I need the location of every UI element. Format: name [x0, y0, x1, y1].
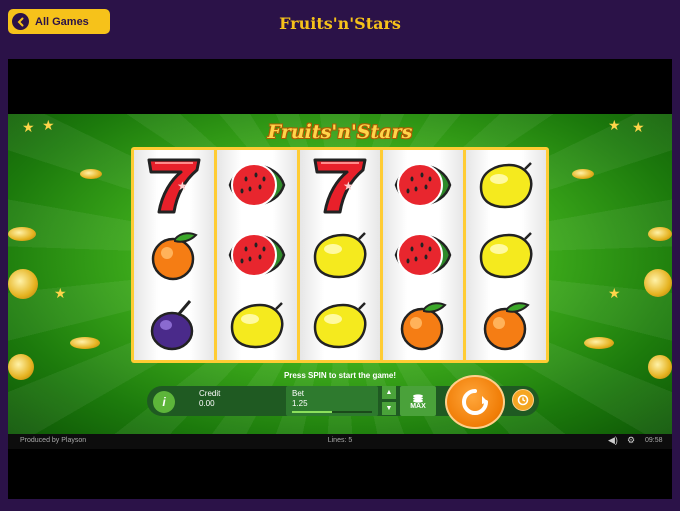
coin-decoration — [8, 227, 36, 241]
coin-decoration — [644, 269, 672, 297]
bet-value: 1.25 — [292, 399, 308, 408]
orange-icon — [386, 293, 460, 357]
lines-text: Lines: 5 — [327, 437, 353, 444]
info-button[interactable]: i — [153, 391, 175, 413]
bet-decrease-button[interactable]: ▼ — [382, 402, 396, 415]
svg-text:★: ★ — [343, 179, 354, 193]
coin-decoration — [572, 169, 594, 179]
coin-decoration — [80, 169, 102, 179]
watermelon-icon — [386, 223, 460, 287]
seven-icon: ★ — [303, 153, 377, 217]
reel-1: ★ — [134, 150, 214, 360]
star-decoration: ★ — [54, 285, 67, 301]
coin-decoration — [8, 269, 38, 299]
gear-icon[interactable]: ⚙ — [627, 435, 635, 446]
reel-grid: ★ ★ — [131, 147, 549, 363]
bet-increase-button[interactable]: ▲ — [382, 386, 396, 399]
lemon-icon — [303, 223, 377, 287]
lemon-icon — [469, 153, 543, 217]
max-bet-label: MAX — [410, 402, 426, 410]
lemon-icon — [303, 293, 377, 357]
top-bar: All Games Fruits'n'Stars — [0, 0, 680, 58]
coin-decoration — [648, 227, 672, 241]
coin-decoration — [70, 337, 100, 349]
status-message: Press SPIN to start the game! — [283, 371, 397, 380]
spin-arrow-icon — [462, 389, 488, 415]
lemon-icon — [469, 223, 543, 287]
watermelon-icon — [386, 153, 460, 217]
plum-icon — [137, 293, 211, 357]
reel-2 — [217, 150, 297, 360]
credit-label: Credit — [199, 389, 221, 398]
reel-3: ★ — [300, 150, 380, 360]
seven-icon: ★ — [137, 153, 211, 217]
orange-icon — [469, 293, 543, 357]
spin-button[interactable] — [445, 375, 505, 429]
watermelon-icon — [220, 153, 294, 217]
credit-value: 0.00 — [199, 399, 215, 408]
site-title: Fruits'n'Stars — [279, 14, 401, 33]
bet-level-fill — [292, 411, 332, 413]
bet-label: Bet — [292, 389, 305, 398]
autoplay-button[interactable] — [512, 389, 534, 411]
clock-text: 09:58 — [645, 437, 663, 444]
lemon-icon — [220, 293, 294, 357]
game-logo: Fruits'n'Stars — [267, 121, 413, 143]
svg-text:★: ★ — [177, 179, 188, 193]
coins-stack-icon — [413, 393, 423, 403]
autoplay-icon — [517, 394, 529, 406]
star-decoration: ★ — [608, 285, 621, 301]
sound-icon[interactable]: ◀) — [608, 435, 618, 446]
game-frame: ★ ★ ★ ★ ★ ★ Fruits'n'Stars ★ ★ Press SPIN… — [8, 59, 672, 499]
watermelon-icon — [220, 223, 294, 287]
orange-icon — [137, 223, 211, 287]
bet-level-bar — [292, 411, 372, 413]
coin-decoration — [584, 337, 614, 349]
reel-4 — [383, 150, 463, 360]
max-bet-button[interactable]: MAX — [400, 386, 436, 416]
reel-5 — [466, 150, 546, 360]
